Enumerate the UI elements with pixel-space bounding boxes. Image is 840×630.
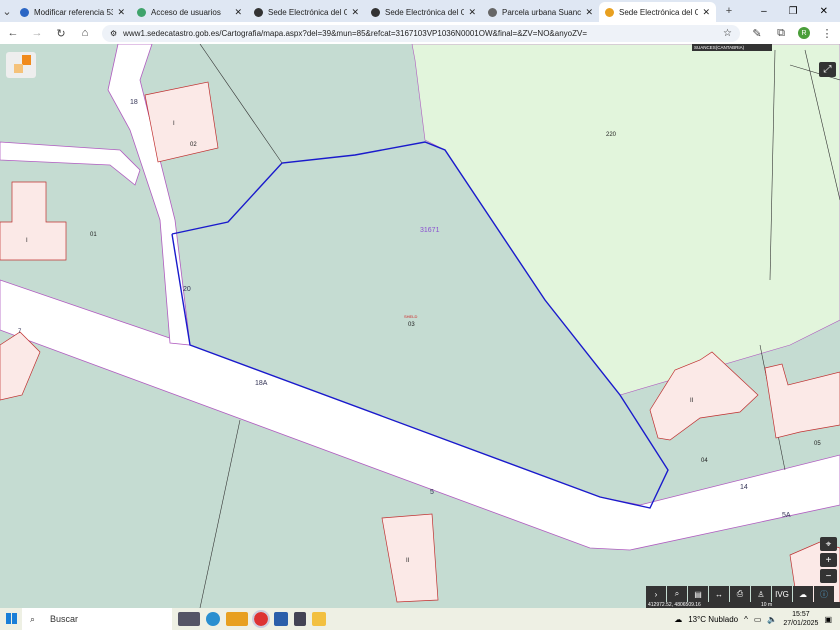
tab-favicon-icon	[20, 7, 29, 17]
tray-chevron-icon[interactable]: ^	[744, 615, 748, 624]
extension-icon[interactable]: ✎	[750, 27, 764, 40]
label-220: 220	[606, 132, 617, 138]
expand-icon[interactable]: ›	[646, 586, 666, 602]
tab-favicon-icon	[254, 7, 263, 17]
street-20: 20	[183, 286, 191, 293]
zoom-in-button[interactable]: +	[820, 553, 837, 567]
outlook-icon[interactable]	[226, 612, 248, 626]
task-view-icon[interactable]	[178, 612, 200, 626]
extensions-puzzle-icon[interactable]: ⧉	[774, 27, 788, 40]
chrome-icon[interactable]	[252, 610, 270, 628]
close-window-button[interactable]: ✕	[820, 6, 828, 17]
taskbar-search[interactable]: ⌕ Buscar	[22, 608, 172, 630]
file-explorer-icon[interactable]	[312, 612, 326, 626]
print-icon[interactable]: ⎙	[730, 586, 750, 602]
network-icon[interactable]: ▭	[754, 615, 762, 624]
street-view-icon[interactable]: ♙	[751, 586, 771, 602]
tab-strip: ⌄ Modificar referencia 5309/2✕Acceso de …	[0, 0, 840, 22]
close-tab-icon[interactable]: ✕	[702, 7, 710, 18]
shield-label: SHELD	[404, 314, 417, 319]
label-building-II: II	[690, 398, 694, 404]
road-west	[0, 141, 141, 186]
label-03: 03	[408, 322, 415, 328]
tab-favicon-icon	[605, 7, 614, 17]
catastro-logo[interactable]	[6, 52, 36, 78]
tab-favicon-icon	[371, 7, 380, 17]
close-tab-icon[interactable]: ✕	[117, 7, 125, 18]
word-icon[interactable]	[274, 612, 288, 626]
tab-search-button[interactable]: ⌄	[0, 5, 14, 18]
tab[interactable]: Sede Electrónica del Catastro✕	[248, 2, 365, 22]
reload-button[interactable]: ↻	[54, 27, 68, 40]
minimize-button[interactable]: –	[761, 6, 767, 17]
new-tab-button[interactable]: +	[722, 5, 736, 17]
close-tab-icon[interactable]: ✕	[234, 7, 242, 18]
street-5: 5	[430, 489, 434, 496]
url-input[interactable]: ⚙ www1.sedecatastro.gob.es/Cartografia/ma…	[102, 24, 740, 42]
search-icon: ⌕	[30, 613, 36, 624]
maximize-button[interactable]: ❐	[789, 6, 798, 17]
label-building-II: II	[406, 558, 410, 564]
edge-icon[interactable]	[206, 612, 220, 626]
address-bar-row: ← → ↻ ⌂ ⚙ www1.sedecatastro.gob.es/Cartog…	[0, 22, 840, 44]
windows-start-icon[interactable]	[6, 613, 17, 624]
home-button[interactable]: ⌂	[78, 27, 92, 39]
parcel-ref-label: 31671	[420, 227, 440, 234]
close-tab-icon[interactable]: ✕	[468, 7, 476, 18]
system-tray: ☁ 13°C Nublado ^ ▭ 🔈 15:57 27/01/2025 ▣	[674, 608, 840, 630]
bookmark-star-icon[interactable]: ☆	[723, 28, 732, 39]
layers-icon[interactable]: ▤	[688, 586, 708, 602]
taskbar: ⌕ Buscar ☁ 13°C Nublado ^ ▭ 🔈 15:57 27/01/…	[0, 608, 840, 630]
notifications-icon[interactable]: ▣	[824, 615, 832, 624]
profile-avatar[interactable]: R	[798, 27, 810, 39]
forward-button[interactable]: →	[30, 27, 44, 39]
clock[interactable]: 15:57 27/01/2025	[783, 610, 818, 628]
close-tab-icon[interactable]: ✕	[585, 7, 593, 18]
site-info-icon[interactable]: ⚙	[110, 29, 117, 38]
zoom-out-button[interactable]: −	[820, 569, 837, 583]
map-toolbar: › ⌕ ▤ ↔ ⎙ ♙ IVG ☁ ⓘ	[646, 586, 834, 602]
info-icon[interactable]: ⓘ	[814, 586, 834, 602]
calculator-icon[interactable]	[294, 612, 306, 626]
municipality-label: SUANCES(CANTABRIA)	[692, 44, 772, 51]
volume-icon[interactable]: 🔈	[767, 615, 777, 624]
street-18a: 18A	[255, 380, 268, 387]
label-04: 04	[701, 458, 708, 464]
close-tab-icon[interactable]: ✕	[351, 7, 359, 18]
label-01: 01	[90, 232, 97, 238]
tab[interactable]: Acceso de usuarios ✕	[131, 2, 248, 22]
weather-text[interactable]: 13°C Nublado	[688, 615, 738, 624]
measure-icon[interactable]: ↔	[709, 586, 729, 602]
tab-favicon-icon	[137, 7, 146, 17]
parcel-220[interactable]	[411, 44, 840, 396]
tab[interactable]: Modificar referencia 5309/2✕	[14, 2, 131, 22]
weather-icon[interactable]: ☁	[674, 615, 682, 624]
tab[interactable]: Sede Electrónica del Catastro✕	[365, 2, 482, 22]
street-18: 18	[130, 99, 138, 106]
label-02: 02	[190, 142, 197, 148]
locate-button[interactable]: ⌖	[820, 537, 837, 551]
street-14: 14	[740, 484, 748, 491]
tab[interactable]: Sede Electrónica del Catastro✕	[599, 2, 716, 22]
street-5a: 5A	[782, 512, 791, 519]
3d-icon[interactable]: ☁	[793, 586, 813, 602]
ivg-button[interactable]: IVG	[772, 586, 792, 602]
search-icon[interactable]: ⌕	[667, 586, 687, 602]
label-05: 05	[814, 441, 821, 447]
menu-icon[interactable]: ⋮	[820, 27, 834, 40]
tab-favicon-icon	[488, 7, 497, 17]
cadastral-map[interactable]: 02 01 220 03 04 05 II II I I 18 20 18A 5…	[0, 44, 840, 608]
back-button[interactable]: ←	[6, 27, 20, 39]
fullscreen-button[interactable]: ⤢	[819, 62, 836, 77]
tab[interactable]: Parcela urbana Suances res✕	[482, 2, 599, 22]
